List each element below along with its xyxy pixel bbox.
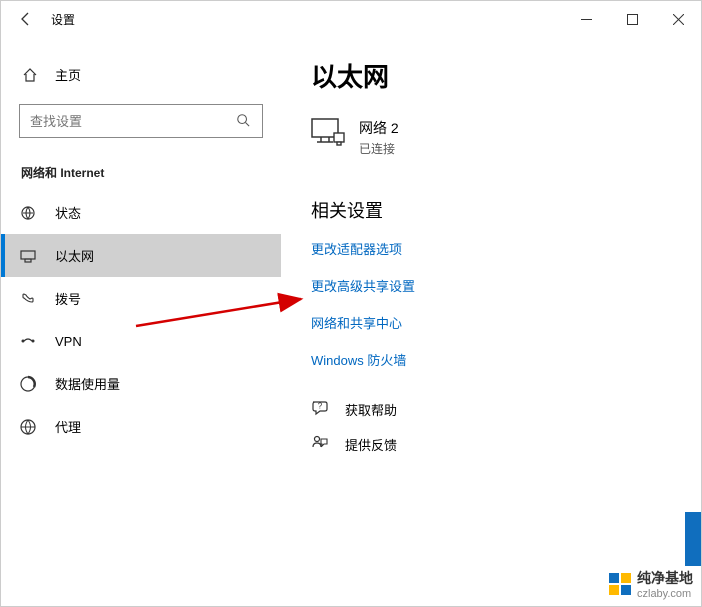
page-title: 以太网 [311, 57, 671, 94]
help-icon: ? [311, 399, 331, 420]
search-box[interactable] [19, 104, 263, 138]
window-controls [563, 1, 701, 37]
sidebar-item-proxy[interactable]: 代理 [1, 405, 281, 448]
sidebar-section-header: 网络和 Internet [1, 156, 281, 191]
watermark: 纯净基地 czlaby.com [609, 568, 693, 600]
window-title: 设置 [51, 11, 75, 28]
dialup-icon [19, 290, 37, 308]
link-adapter-options[interactable]: 更改适配器选项 [311, 239, 671, 258]
close-icon [673, 14, 684, 25]
feedback-icon [311, 434, 331, 455]
minimize-button[interactable] [563, 1, 609, 37]
sidebar: 主页 网络和 Internet 状态 以太网 拨号 VPN 数据使用 [1, 37, 281, 606]
sidebar-item-status[interactable]: 状态 [1, 191, 281, 234]
network-name: 网络 2 [359, 118, 399, 138]
watermark-logo-icon [609, 573, 631, 595]
vpn-icon [19, 332, 37, 350]
arrow-left-icon [18, 11, 34, 27]
sidebar-item-label: 以太网 [55, 246, 94, 265]
feedback-row[interactable]: 提供反馈 [311, 434, 671, 455]
maximize-icon [627, 14, 638, 25]
sidebar-item-label: VPN [55, 334, 82, 349]
related-settings-header: 相关设置 [311, 197, 671, 223]
status-icon [19, 204, 37, 222]
sidebar-home[interactable]: 主页 [1, 57, 281, 92]
minimize-icon [581, 14, 592, 25]
feedback-label: 提供反馈 [345, 435, 397, 454]
link-windows-firewall[interactable]: Windows 防火墙 [311, 350, 671, 369]
main-content: 以太网 网络 2 已连接 相关设置 更改适配器选项 更改高级共享设置 网络和共享… [281, 37, 701, 606]
watermark-text: 纯净基地 [637, 568, 693, 588]
back-button[interactable] [11, 4, 41, 34]
ethernet-icon [19, 247, 37, 265]
sidebar-item-dialup[interactable]: 拨号 [1, 277, 281, 320]
help-label: 获取帮助 [345, 400, 397, 419]
sidebar-item-label: 数据使用量 [55, 374, 120, 393]
svg-text:?: ? [318, 402, 323, 411]
sidebar-item-label: 代理 [55, 417, 81, 436]
close-button[interactable] [655, 1, 701, 37]
proxy-icon [19, 418, 37, 436]
search-icon [236, 113, 252, 130]
watermark-url: czlaby.com [637, 588, 693, 600]
sidebar-item-ethernet[interactable]: 以太网 [1, 234, 281, 277]
network-status-block[interactable]: 网络 2 已连接 [311, 118, 671, 157]
data-usage-icon [19, 375, 37, 393]
maximize-button[interactable] [609, 1, 655, 37]
sidebar-item-label: 状态 [55, 203, 81, 222]
link-advanced-sharing[interactable]: 更改高级共享设置 [311, 276, 671, 295]
search-input[interactable] [30, 114, 236, 129]
link-network-sharing-center[interactable]: 网络和共享中心 [311, 313, 671, 332]
watermark-bar [685, 512, 701, 566]
home-label: 主页 [55, 65, 81, 84]
monitor-ethernet-icon [311, 118, 345, 151]
sidebar-item-label: 拨号 [55, 289, 81, 308]
sidebar-item-vpn[interactable]: VPN [1, 320, 281, 362]
sidebar-item-data-usage[interactable]: 数据使用量 [1, 362, 281, 405]
get-help-row[interactable]: ? 获取帮助 [311, 399, 671, 420]
home-icon [21, 67, 39, 83]
network-status: 已连接 [359, 140, 399, 157]
titlebar: 设置 [1, 1, 701, 37]
